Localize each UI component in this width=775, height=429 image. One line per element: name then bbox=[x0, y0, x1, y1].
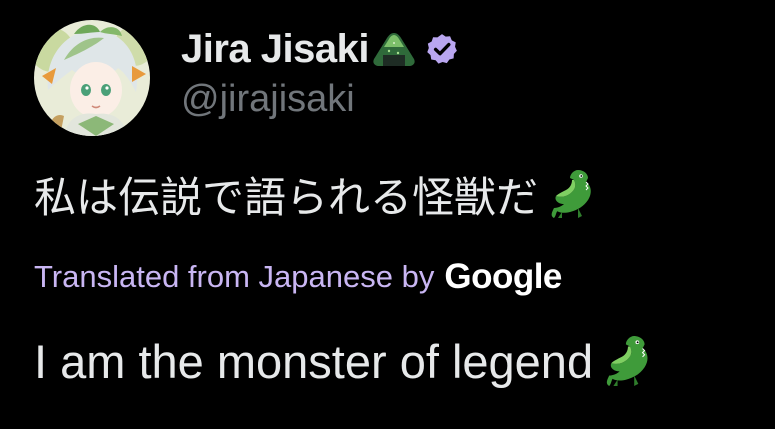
tweet-original-text: 私は伝説で語られる怪獣だ bbox=[34, 172, 539, 222]
author-handle[interactable]: @jirajisaki bbox=[181, 78, 355, 121]
author-display-name: Jira Jisaki bbox=[181, 26, 370, 71]
tweet-translated-text-row: I am the monster of legend bbox=[34, 330, 655, 392]
tweet-original-text-row: 私は伝説で語られる怪獣だ bbox=[34, 164, 598, 224]
translation-attribution: Translated from Japanese by Google bbox=[34, 254, 562, 300]
onigiri-icon bbox=[371, 31, 417, 67]
crocodile-icon bbox=[548, 168, 598, 220]
avatar-image bbox=[34, 20, 150, 136]
avatar[interactable] bbox=[34, 20, 150, 136]
crocodile-icon bbox=[603, 333, 655, 389]
verified-badge-icon[interactable] bbox=[425, 32, 459, 66]
translation-label[interactable]: Translated from Japanese by bbox=[34, 259, 434, 295]
google-logo: Google bbox=[444, 257, 562, 296]
author-name-row[interactable]: Jira Jisaki bbox=[181, 24, 459, 74]
tweet-translated-text: I am the monster of legend bbox=[34, 334, 594, 388]
